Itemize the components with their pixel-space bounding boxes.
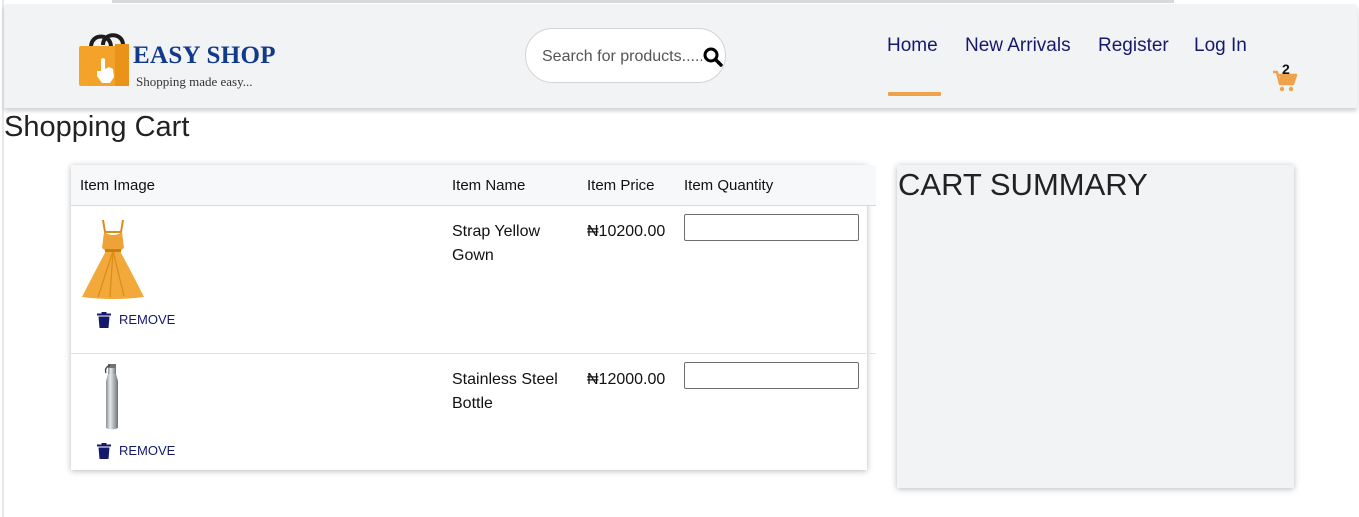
cart-summary-panel: CART SUMMARY bbox=[897, 165, 1294, 488]
quantity-input[interactable] bbox=[684, 214, 859, 241]
item-name: Stainless Steel Bottle bbox=[452, 371, 558, 412]
yellow-gown-image bbox=[82, 219, 144, 299]
item-image-cell: REMOVE bbox=[71, 205, 452, 354]
item-quantity-cell bbox=[684, 205, 876, 354]
item-quantity-cell bbox=[684, 354, 876, 484]
item-image-cell: REMOVE bbox=[71, 354, 452, 484]
active-nav-underline bbox=[888, 92, 941, 96]
brand-tagline: Shopping made easy... bbox=[136, 74, 253, 89]
nav-link-new-arrivals[interactable]: New Arrivals bbox=[965, 35, 1071, 57]
header-item-name: Item Name bbox=[452, 165, 587, 206]
header-item-price: Item Price bbox=[587, 165, 684, 206]
quantity-input[interactable] bbox=[684, 362, 859, 389]
item-price-cell: ₦10200.00 bbox=[587, 205, 684, 354]
item-price: ₦12000.00 bbox=[587, 371, 666, 388]
item-name: Strap Yellow Gown bbox=[452, 223, 541, 264]
header-item-quantity: Item Quantity bbox=[684, 165, 876, 206]
table-row: REMOVE Strap Yellow Gown ₦10200.00 bbox=[71, 205, 876, 354]
item-price-cell: ₦12000.00 bbox=[587, 354, 684, 484]
nav-link-register[interactable]: Register bbox=[1098, 35, 1169, 57]
cart-button[interactable]: 2 bbox=[1272, 61, 1302, 95]
site-header: EASY SHOP Shopping made easy... Home New… bbox=[4, 4, 1357, 108]
remove-item-button[interactable]: REMOVE bbox=[97, 443, 175, 459]
trash-icon bbox=[97, 443, 111, 459]
cart-summary-title: CART SUMMARY bbox=[898, 167, 1148, 202]
table-header-row: Item Image Item Name Item Price Item Qua… bbox=[71, 165, 876, 206]
remove-item-button[interactable]: REMOVE bbox=[97, 312, 175, 328]
top-divider bbox=[112, 0, 1174, 3]
cart-count-badge: 2 bbox=[1282, 61, 1290, 77]
cart-table-panel: Item Image Item Name Item Price Item Qua… bbox=[71, 165, 876, 470]
remove-label: REMOVE bbox=[119, 312, 176, 327]
item-name-cell: Stainless Steel Bottle bbox=[452, 354, 587, 484]
steel-bottle-image bbox=[104, 364, 118, 430]
item-name-cell: Strap Yellow Gown bbox=[452, 205, 587, 354]
trash-icon bbox=[97, 312, 111, 328]
cart-table: Item Image Item Name Item Price Item Qua… bbox=[71, 165, 876, 483]
remove-label: REMOVE bbox=[119, 443, 176, 458]
header-item-image: Item Image bbox=[71, 165, 452, 206]
page-title: Shopping Cart bbox=[4, 111, 190, 143]
nav-link-log-in[interactable]: Log In bbox=[1194, 35, 1247, 57]
item-price: ₦10200.00 bbox=[587, 223, 666, 240]
page: EASY SHOP Shopping made easy... Home New… bbox=[0, 0, 1359, 517]
nav-link-home[interactable]: Home bbox=[887, 35, 938, 57]
main-nav: Home New Arrivals Register Log In 2 bbox=[4, 35, 1357, 96]
table-row: REMOVE Stainless Steel Bottle ₦12000.00 bbox=[71, 354, 876, 484]
